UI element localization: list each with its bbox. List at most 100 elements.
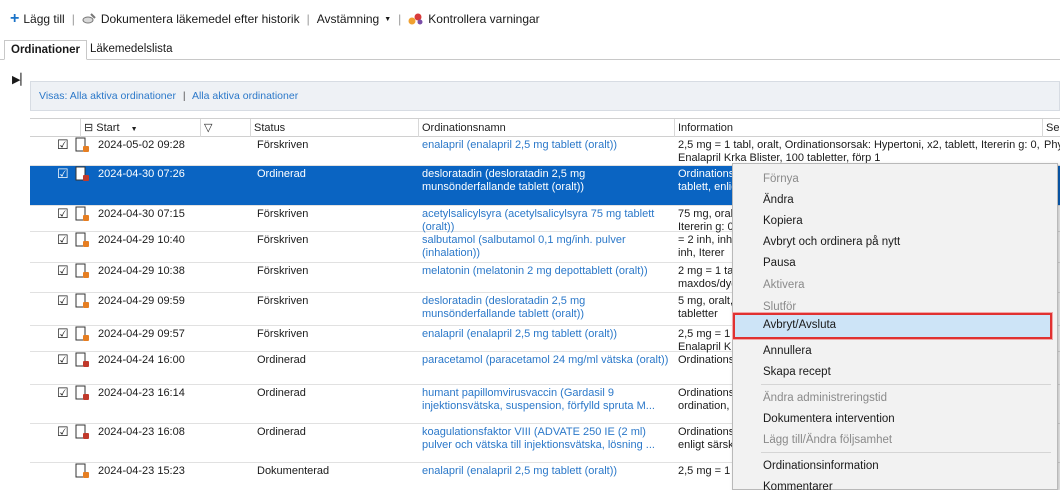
menu-item[interactable]: Ordinationsinformation <box>763 456 879 476</box>
menu-item[interactable]: Avbryt och ordinera på nytt <box>763 232 900 252</box>
start-date: 2024-05-02 09:28 <box>98 139 185 151</box>
status-text: Förskriven <box>257 208 309 220</box>
order-name-link[interactable]: paracetamol (paracetamol 24 mg/ml vätska… <box>422 354 672 367</box>
prescription-doc-icon <box>74 385 90 401</box>
checkbox[interactable]: ☑ <box>57 207 70 220</box>
status-text: Förskriven <box>257 234 309 246</box>
menu-item: Ändra administreringstid <box>763 392 888 404</box>
document-history-label: Dokumentera läkemedel efter historik <box>100 12 300 26</box>
status-text: Ordinerad <box>257 387 306 399</box>
status-text: Förskriven <box>257 328 309 340</box>
chevron-down-icon: ▼ <box>384 15 392 23</box>
prescription-doc-icon <box>74 424 90 440</box>
pill-history-icon <box>74 463 90 479</box>
prescription-doc-icon <box>74 206 90 222</box>
checkbox[interactable]: ☑ <box>57 233 70 246</box>
tab-lakemedelslista[interactable]: Läkemedelslista <box>84 40 178 60</box>
start-date: 2024-04-23 16:08 <box>98 426 185 438</box>
context-menu: Förnya Ändra Kopiera Avbryt och ordinera på… <box>732 163 1058 490</box>
menu-item: Aktivera <box>763 279 805 291</box>
header-blank <box>30 119 80 137</box>
order-name-link[interactable]: enalapril (enalapril 2,5 mg tablett (ora… <box>422 139 672 152</box>
status-text: Ordinerad <box>257 354 306 366</box>
start-date: 2024-04-23 16:14 <box>98 387 185 399</box>
start-date: 2024-04-29 09:59 <box>98 295 185 307</box>
checkbox[interactable]: ☑ <box>57 167 70 180</box>
order-name-link[interactable]: enalapril (enalapril 2,5 mg tablett (ora… <box>422 465 672 478</box>
checkbox[interactable]: ☑ <box>57 294 70 307</box>
checkbox[interactable]: ☑ <box>57 264 70 277</box>
warning-pills-icon <box>408 13 423 25</box>
status-text: Förskriven <box>257 265 309 277</box>
status-text: Ordinerad <box>257 168 306 180</box>
reconcile-dropdown[interactable]: Avstämning ▼ <box>317 12 391 26</box>
header-name[interactable]: Ordinationsnamn <box>418 119 674 137</box>
checkbox[interactable]: ☑ <box>57 386 70 399</box>
reconcile-label: Avstämning <box>316 12 380 26</box>
pill-history-icon <box>82 13 96 24</box>
prescription-doc-icon <box>74 137 90 153</box>
table-row[interactable]: ☑ 2024-05-02 09:28 Förskriven enalapril (en… <box>30 137 1060 166</box>
checkbox[interactable] <box>57 464 70 477</box>
filter-icon: ▽ <box>204 122 213 134</box>
toolbar-separator: | <box>71 12 75 26</box>
order-name-link[interactable]: acetylsalicylsyra (acetylsalicylsyra 75 … <box>422 208 672 234</box>
order-name-link[interactable]: enalapril (enalapril 2,5 mg tablett (ora… <box>422 328 672 341</box>
checkbox[interactable]: ☑ <box>57 425 70 438</box>
header-start[interactable]: ⊟ Start ▼ <box>80 119 200 137</box>
menu-item[interactable]: Dokumentera intervention <box>763 409 895 429</box>
order-name-link[interactable]: koagulationsfaktor VIII (ADVATE 250 IE (… <box>422 426 672 452</box>
menu-item[interactable]: Annullera <box>763 341 812 361</box>
start-date: 2024-04-29 10:40 <box>98 234 185 246</box>
filter-shows-link[interactable]: Visas: Alla aktiva ordinationer <box>39 90 176 102</box>
order-name-link[interactable]: salbutamol (salbutamol 0,1 mg/inh. pulve… <box>422 234 672 260</box>
order-information: 2,5 mg = 1 tabl, oralt, Ordinationsorsak… <box>678 139 1040 164</box>
filter-all-active-link[interactable]: Alla aktiva ordinationer <box>192 90 298 102</box>
sort-down-icon: ▼ <box>130 126 138 133</box>
tab-ordinationer[interactable]: Ordinationer <box>4 40 88 60</box>
order-name-link[interactable]: desloratadin (desloratadin 2,5 mg munsön… <box>422 295 672 321</box>
toolbar: + Lägg till | Dokumentera läkemedel efte… <box>10 8 540 30</box>
menu-separator <box>761 452 1051 453</box>
menu-item-avbryt-avsluta[interactable]: Avbryt/Avsluta <box>733 313 1052 339</box>
prescription-doc-icon <box>74 166 90 182</box>
checkbox[interactable]: ☑ <box>57 353 70 366</box>
header-extra[interactable]: Sen <box>1042 119 1060 137</box>
prescription-doc-icon <box>74 293 90 309</box>
tab-bar: Ordinationer Läkemedelslista <box>0 38 1060 60</box>
status-text: Förskriven <box>257 139 309 151</box>
menu-item: Förnya <box>763 173 799 185</box>
menu-item[interactable]: Kopiera <box>763 211 803 231</box>
checkbox[interactable]: ☑ <box>57 327 70 340</box>
start-date: 2024-04-24 16:00 <box>98 354 185 366</box>
start-date: 2024-04-29 10:38 <box>98 265 185 277</box>
header-filter[interactable]: ▽ <box>200 119 250 137</box>
check-warnings-button[interactable]: Kontrollera varningar <box>408 12 540 26</box>
add-button[interactable]: + Lägg till <box>10 10 65 27</box>
checkbox[interactable]: ☑ <box>57 138 70 151</box>
order-name-link[interactable]: melatonin (melatonin 2 mg depottablett (… <box>422 265 672 278</box>
start-date: 2024-04-30 07:26 <box>98 168 185 180</box>
header-status[interactable]: Status <box>250 119 418 137</box>
prescription-doc-icon <box>74 263 90 279</box>
status-text: Förskriven <box>257 295 309 307</box>
menu-separator <box>761 384 1051 385</box>
start-date: 2024-04-29 09:57 <box>98 328 185 340</box>
order-name-link[interactable]: humant papillomvirusvaccin (Gardasil 9 i… <box>422 387 672 413</box>
start-date: 2024-04-23 15:23 <box>98 465 185 477</box>
group-icon: ⊟ <box>84 122 94 134</box>
menu-item[interactable]: Kommentarer <box>763 477 833 490</box>
header-information[interactable]: Information <box>674 119 1042 137</box>
start-date: 2024-04-30 07:15 <box>98 208 185 220</box>
menu-item[interactable]: Pausa <box>763 253 796 273</box>
expand-panel-icon[interactable]: ▶▏ <box>12 73 29 86</box>
sender-text: Phy <box>1044 139 1060 151</box>
status-text: Ordinerad <box>257 426 306 438</box>
filter-bar: Visas: Alla aktiva ordinationer | Alla a… <box>30 81 1060 111</box>
document-history-button[interactable]: Dokumentera läkemedel efter historik <box>82 12 300 26</box>
plus-icon: + <box>10 10 20 27</box>
menu-item[interactable]: Ändra <box>763 190 794 210</box>
order-name-link[interactable]: desloratadin (desloratadin 2,5 mg munsön… <box>422 168 672 194</box>
add-button-label: Lägg till <box>23 12 65 26</box>
menu-item[interactable]: Skapa recept <box>763 362 831 382</box>
